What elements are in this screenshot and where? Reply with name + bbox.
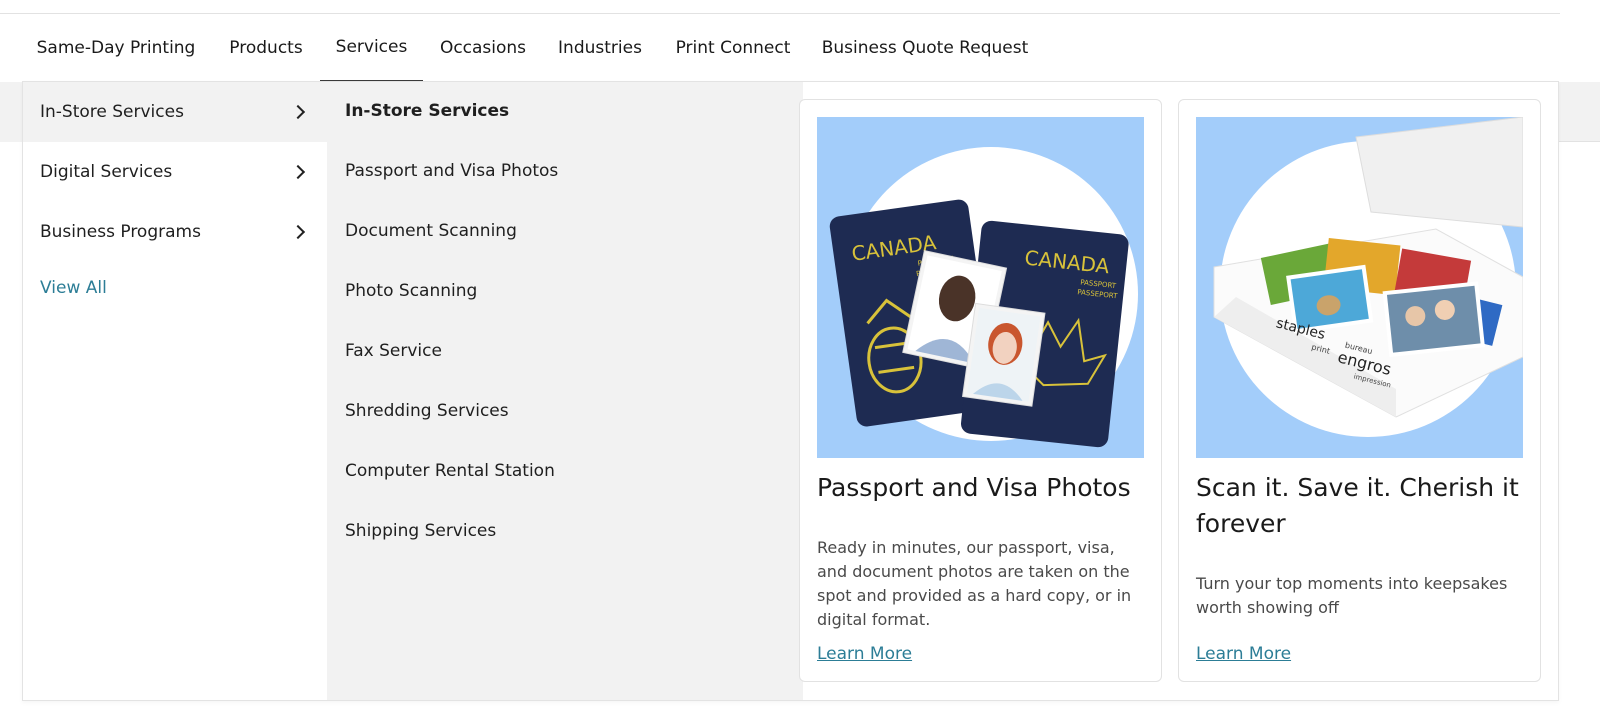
nav-services[interactable]: Services xyxy=(320,14,423,82)
nav-occasions[interactable]: Occasions xyxy=(433,14,533,82)
chevron-right-icon xyxy=(290,104,306,120)
card-description: Ready in minutes, our passport, visa, an… xyxy=(817,538,1132,629)
chevron-right-icon xyxy=(290,164,306,180)
page-background-strip xyxy=(1558,82,1600,142)
learn-more-link[interactable]: Learn More xyxy=(1196,644,1291,664)
category-column: In-Store Services Digital Services Busin… xyxy=(23,82,327,700)
page-divider xyxy=(1558,141,1600,142)
nav-print-connect[interactable]: Print Connect xyxy=(670,14,796,82)
service-photo-scanning[interactable]: Photo Scanning xyxy=(345,281,477,301)
nav-same-day-printing[interactable]: Same-Day Printing xyxy=(30,14,202,82)
nav-products[interactable]: Products xyxy=(218,14,314,82)
services-heading: In-Store Services xyxy=(345,101,510,121)
service-computer-rental-station[interactable]: Computer Rental Station xyxy=(345,461,555,481)
service-passport-visa-photos[interactable]: Passport and Visa Photos xyxy=(345,161,558,181)
view-all-link[interactable]: View All xyxy=(40,278,107,298)
page-background-strip xyxy=(0,82,23,142)
category-label: Business Programs xyxy=(40,222,201,242)
category-label: In-Store Services xyxy=(40,102,184,122)
card-title: Scan it. Save it. Cherish it forever xyxy=(1196,473,1519,538)
headshot-photo xyxy=(961,302,1046,407)
services-mega-menu: In-Store Services Digital Services Busin… xyxy=(22,81,1559,701)
promo-card-passport: CANADA PASSPORT PASSEPORT CANADA PASSPOR… xyxy=(799,99,1162,682)
service-shredding[interactable]: Shredding Services xyxy=(345,401,509,421)
category-business-programs[interactable]: Business Programs xyxy=(23,202,327,262)
category-label: Digital Services xyxy=(40,162,173,182)
category-digital-services[interactable]: Digital Services xyxy=(23,142,327,202)
services-list-column: In-Store Services Passport and Visa Phot… xyxy=(327,82,803,700)
category-in-store-services[interactable]: In-Store Services xyxy=(23,82,327,142)
nav-industries[interactable]: Industries xyxy=(552,14,648,82)
card-description: Turn your top moments into keepsakes wor… xyxy=(1196,574,1508,617)
learn-more-link[interactable]: Learn More xyxy=(817,644,912,664)
passport-photo-image: CANADA PASSPORT PASSEPORT CANADA PASSPOR… xyxy=(817,117,1144,458)
card-title: Passport and Visa Photos xyxy=(817,473,1131,502)
service-fax[interactable]: Fax Service xyxy=(345,341,442,361)
service-shipping[interactable]: Shipping Services xyxy=(345,521,496,541)
promo-card-photo-scanning: staples print bureau engros impression S… xyxy=(1178,99,1541,682)
main-nav: Same-Day Printing Products Services Occa… xyxy=(0,14,1600,82)
nav-business-quote-request[interactable]: Business Quote Request xyxy=(816,14,1034,82)
photo-box-image: staples print bureau engros impression xyxy=(1196,117,1523,458)
chevron-right-icon xyxy=(290,224,306,240)
service-document-scanning[interactable]: Document Scanning xyxy=(345,221,517,241)
